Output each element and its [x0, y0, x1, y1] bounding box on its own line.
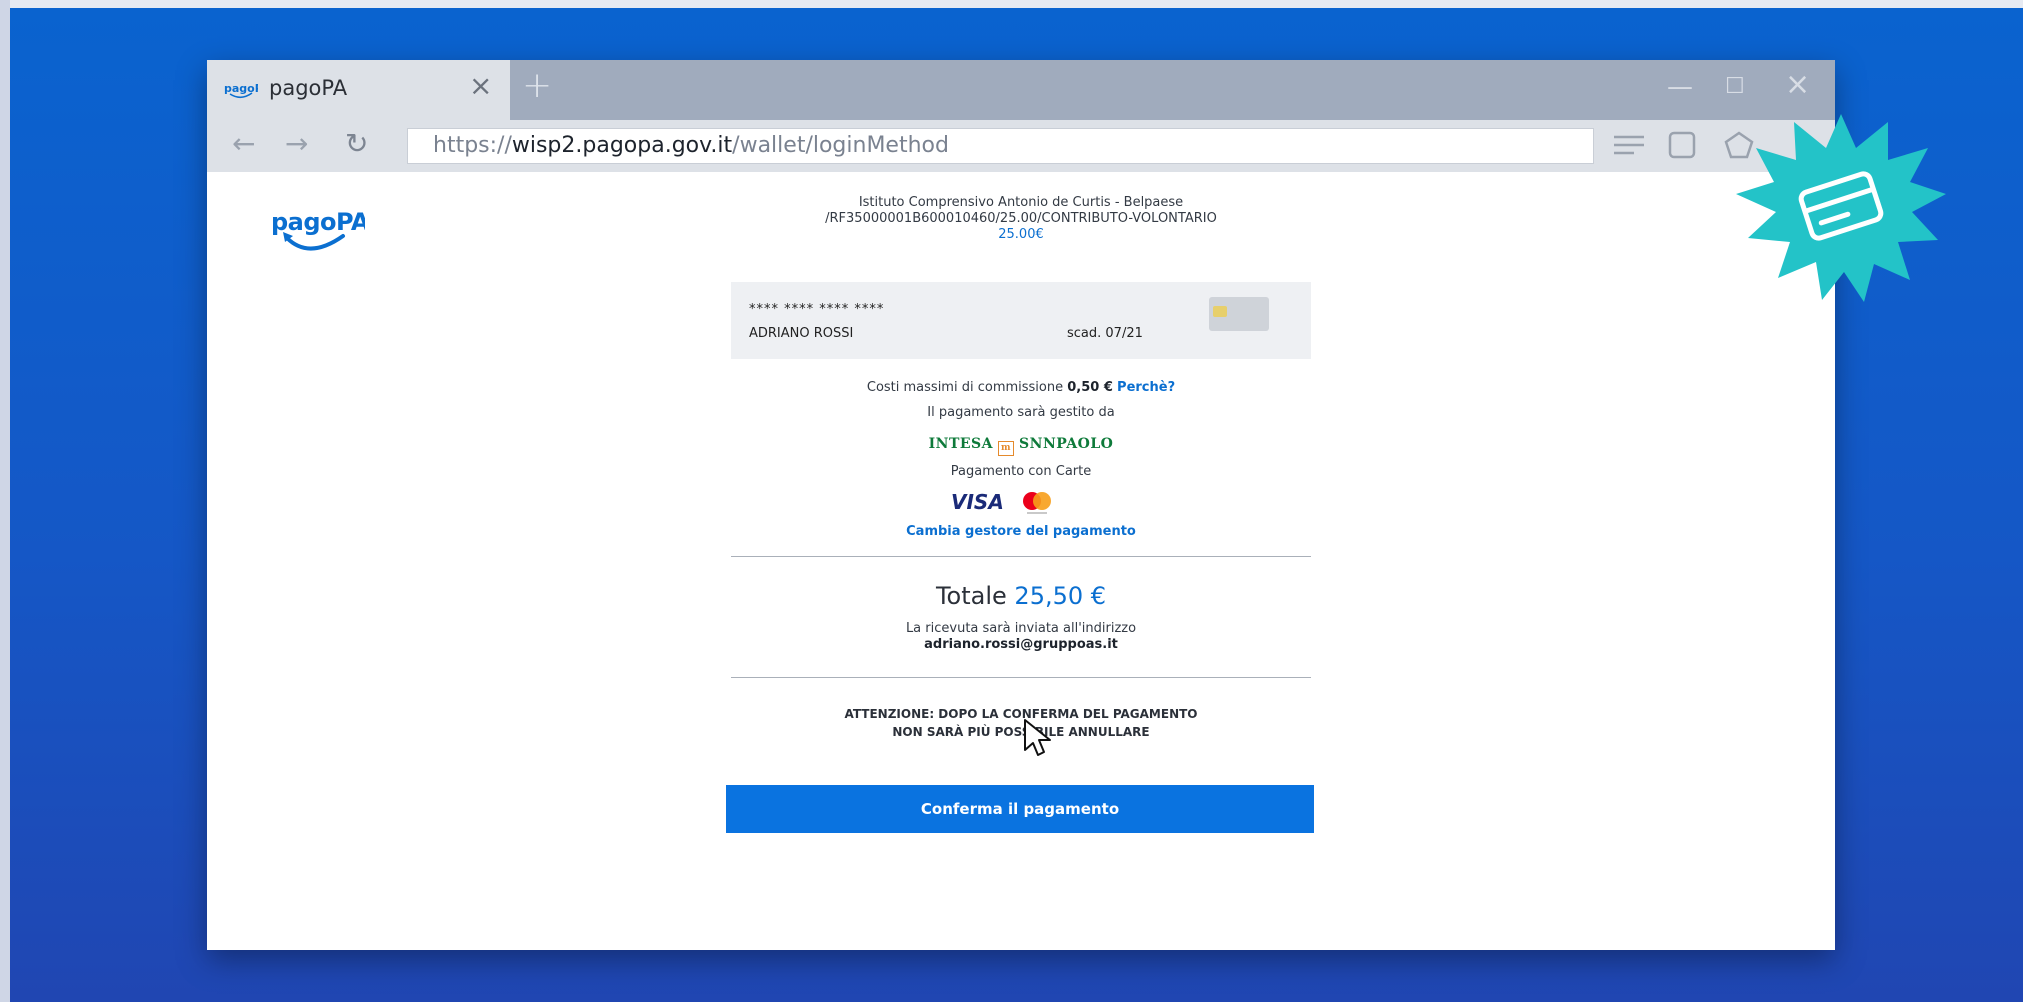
provider-name-left: INTESA	[928, 436, 994, 452]
divider-top	[731, 556, 1311, 557]
tab-bar: pagoPA pagoPA × + — ☐ ×	[207, 60, 1835, 120]
svg-text:pagoPA: pagoPA	[224, 82, 258, 95]
commission-label: Costi massimi di commissione	[866, 380, 1064, 395]
tab-title: pagoPA	[269, 76, 348, 100]
visa-logo: VISA	[951, 490, 1004, 514]
payment-method-text: Pagamento con Carte	[950, 464, 1092, 479]
warning-line-2: NON SARÀ PIÙ POSSIBILE ANNULLARE	[892, 725, 1150, 739]
card-holder: ADRIANO ROSSI	[749, 326, 854, 341]
reading-list-icon[interactable]	[1612, 130, 1646, 160]
creditor-name: Istituto Comprensivo Antonio de Curtis -…	[858, 195, 1184, 210]
maximize-icon[interactable]: ☐	[1725, 76, 1745, 98]
provider-mark: m	[998, 441, 1015, 456]
url-host: wisp2.pagopa.gov.it	[511, 133, 733, 158]
payment-card[interactable]: **** **** **** **** ADRIANO ROSSI scad. …	[731, 282, 1311, 359]
background-top-strip	[0, 0, 2023, 8]
card-chip-icon	[1209, 297, 1269, 331]
card-number: **** **** **** ****	[749, 302, 885, 317]
credit-card-badge-icon	[1736, 114, 1946, 302]
url-input[interactable]: https://wisp2.pagopa.gov.it/wallet/login…	[407, 128, 1594, 164]
close-window-icon[interactable]: ×	[1785, 70, 1810, 100]
refresh-icon[interactable]: ↻	[345, 130, 368, 158]
url-path: /wallet/loginMethod	[732, 133, 949, 158]
receipt-text: La ricevuta sarà inviata all'indirizzo	[905, 621, 1137, 636]
payment-amount: 25.00€	[998, 227, 1044, 242]
url-scheme: https://	[433, 133, 512, 158]
total-amount: 25,50 €	[1014, 582, 1107, 610]
payment-reference: /RF35000001B600010460/25.00/CONTRIBUTO-V…	[825, 211, 1217, 226]
why-link[interactable]: Perchè?	[1117, 380, 1175, 395]
managed-by-text: Il pagamento sarà gestito da	[927, 405, 1115, 420]
commission-amount: 0,50 €	[1067, 380, 1113, 395]
total-line: Totale 25,50 €	[731, 582, 1311, 610]
browser-window: pagoPA pagoPA × + — ☐ × ← → ↻ https://wi…	[207, 60, 1835, 950]
tab-view-icon[interactable]	[1667, 130, 1697, 160]
forward-icon[interactable]: →	[285, 130, 308, 158]
total-label: Totale	[935, 582, 1007, 610]
divider-bottom	[731, 677, 1311, 678]
confirm-payment-button[interactable]: Conferma il pagamento	[726, 785, 1314, 833]
back-icon[interactable]: ←	[232, 130, 255, 158]
provider-name-right: SNNPAOLO	[1019, 436, 1114, 452]
minimize-icon[interactable]: —	[1667, 74, 1693, 100]
tab-close-icon[interactable]: ×	[469, 72, 492, 100]
receipt-email: adriano.rossi@gruppoas.it	[924, 637, 1118, 652]
pagopa-tab-logo-icon: pagoPA	[224, 82, 258, 99]
warning-line-1: ATTENZIONE: DOPO LA CONFERMA DEL PAGAMEN…	[844, 707, 1198, 721]
page-content: pagoPA Istituto Comprensivo Antonio de C…	[207, 172, 1835, 950]
commission-line: Costi massimi di commissione 0,50 € Perc…	[731, 380, 1311, 395]
url-text: https://wisp2.pagopa.gov.it/wallet/login…	[433, 133, 949, 158]
change-provider-link[interactable]: Cambia gestore del pagamento	[731, 524, 1311, 539]
address-bar: ← → ↻ https://wisp2.pagopa.gov.it/wallet…	[207, 120, 1835, 172]
intesa-sanpaolo-logo: INTESA m SNNPAOLO	[731, 436, 1311, 456]
mouse-cursor-icon	[1024, 719, 1051, 756]
background-left-strip	[0, 0, 10, 1002]
browser-tab[interactable]: pagoPA pagoPA ×	[207, 60, 510, 120]
mastercard-logo-icon	[1023, 492, 1051, 514]
new-tab-icon[interactable]: +	[522, 68, 552, 104]
card-expiry: scad. 07/21	[1067, 326, 1143, 341]
